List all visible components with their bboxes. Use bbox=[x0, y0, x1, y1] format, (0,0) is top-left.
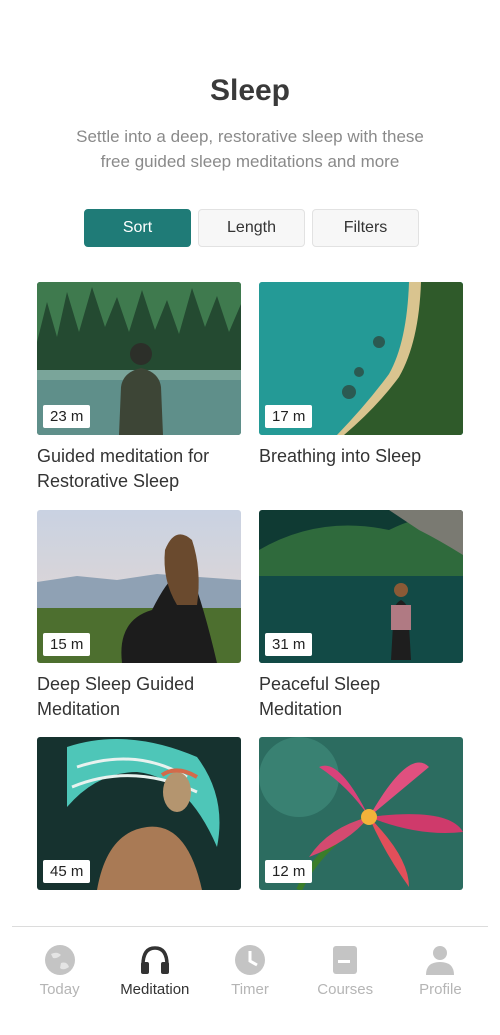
duration-badge: 45 m bbox=[43, 860, 91, 883]
tab-label: Meditation bbox=[120, 981, 190, 998]
tab-label: Today bbox=[39, 981, 80, 998]
tab-profile[interactable]: Profile bbox=[393, 927, 488, 1035]
tab-label: Courses bbox=[317, 981, 374, 998]
filter-controls: Sort Length Filters bbox=[84, 209, 419, 247]
tab-label: Profile bbox=[419, 981, 462, 998]
courses-icon bbox=[328, 943, 362, 977]
tab-timer[interactable]: Timer bbox=[202, 927, 297, 1035]
card-thumbnail: 15 m bbox=[37, 510, 241, 663]
globe-icon bbox=[43, 943, 77, 977]
page-subtitle: Settle into a deep, restorative sleep wi… bbox=[76, 127, 424, 171]
card-title: Guided meditation for Restorative Sleep bbox=[37, 446, 210, 491]
duration-badge: 15 m bbox=[43, 633, 91, 656]
headphones-icon bbox=[138, 943, 172, 977]
bottom-tab-bar: Today Meditation Timer Courses Profile bbox=[12, 926, 488, 1035]
meditation-card[interactable]: 45 m bbox=[37, 737, 241, 899]
card-title: Breathing into Sleep bbox=[259, 446, 422, 466]
tab-today[interactable]: Today bbox=[12, 927, 107, 1035]
person-icon bbox=[423, 943, 457, 977]
meditation-card[interactable]: 12 m bbox=[259, 737, 463, 899]
meditation-card[interactable]: 31 m Peaceful Sleep Meditation bbox=[259, 510, 463, 722]
tab-courses[interactable]: Courses bbox=[298, 927, 393, 1035]
card-thumbnail: 12 m bbox=[259, 737, 463, 890]
duration-badge: 23 m bbox=[43, 405, 91, 428]
duration-badge: 17 m bbox=[265, 405, 313, 428]
tab-label: Timer bbox=[231, 981, 269, 998]
card-thumbnail: 31 m bbox=[259, 510, 463, 663]
duration-badge: 12 m bbox=[265, 860, 313, 883]
card-thumbnail: 45 m bbox=[37, 737, 241, 890]
length-button[interactable]: Length bbox=[198, 209, 305, 247]
meditation-card[interactable]: 23 m Guided meditation for Restorative S… bbox=[37, 282, 241, 494]
meditation-card[interactable]: 17 m Breathing into Sleep bbox=[259, 282, 463, 469]
meditation-card[interactable]: 15 m Deep Sleep Guided Meditation bbox=[37, 510, 241, 722]
filters-button[interactable]: Filters bbox=[312, 209, 419, 247]
clock-icon bbox=[233, 943, 267, 977]
card-title: Deep Sleep Guided Meditation bbox=[37, 674, 195, 719]
page-title: Sleep bbox=[209, 74, 291, 107]
tab-meditation[interactable]: Meditation bbox=[107, 927, 202, 1035]
duration-badge: 31 m bbox=[265, 633, 313, 656]
card-title: Peaceful Sleep Meditation bbox=[259, 674, 381, 719]
sort-button[interactable]: Sort bbox=[84, 209, 191, 247]
card-thumbnail: 23 m bbox=[37, 282, 241, 435]
card-thumbnail: 17 m bbox=[259, 282, 463, 435]
